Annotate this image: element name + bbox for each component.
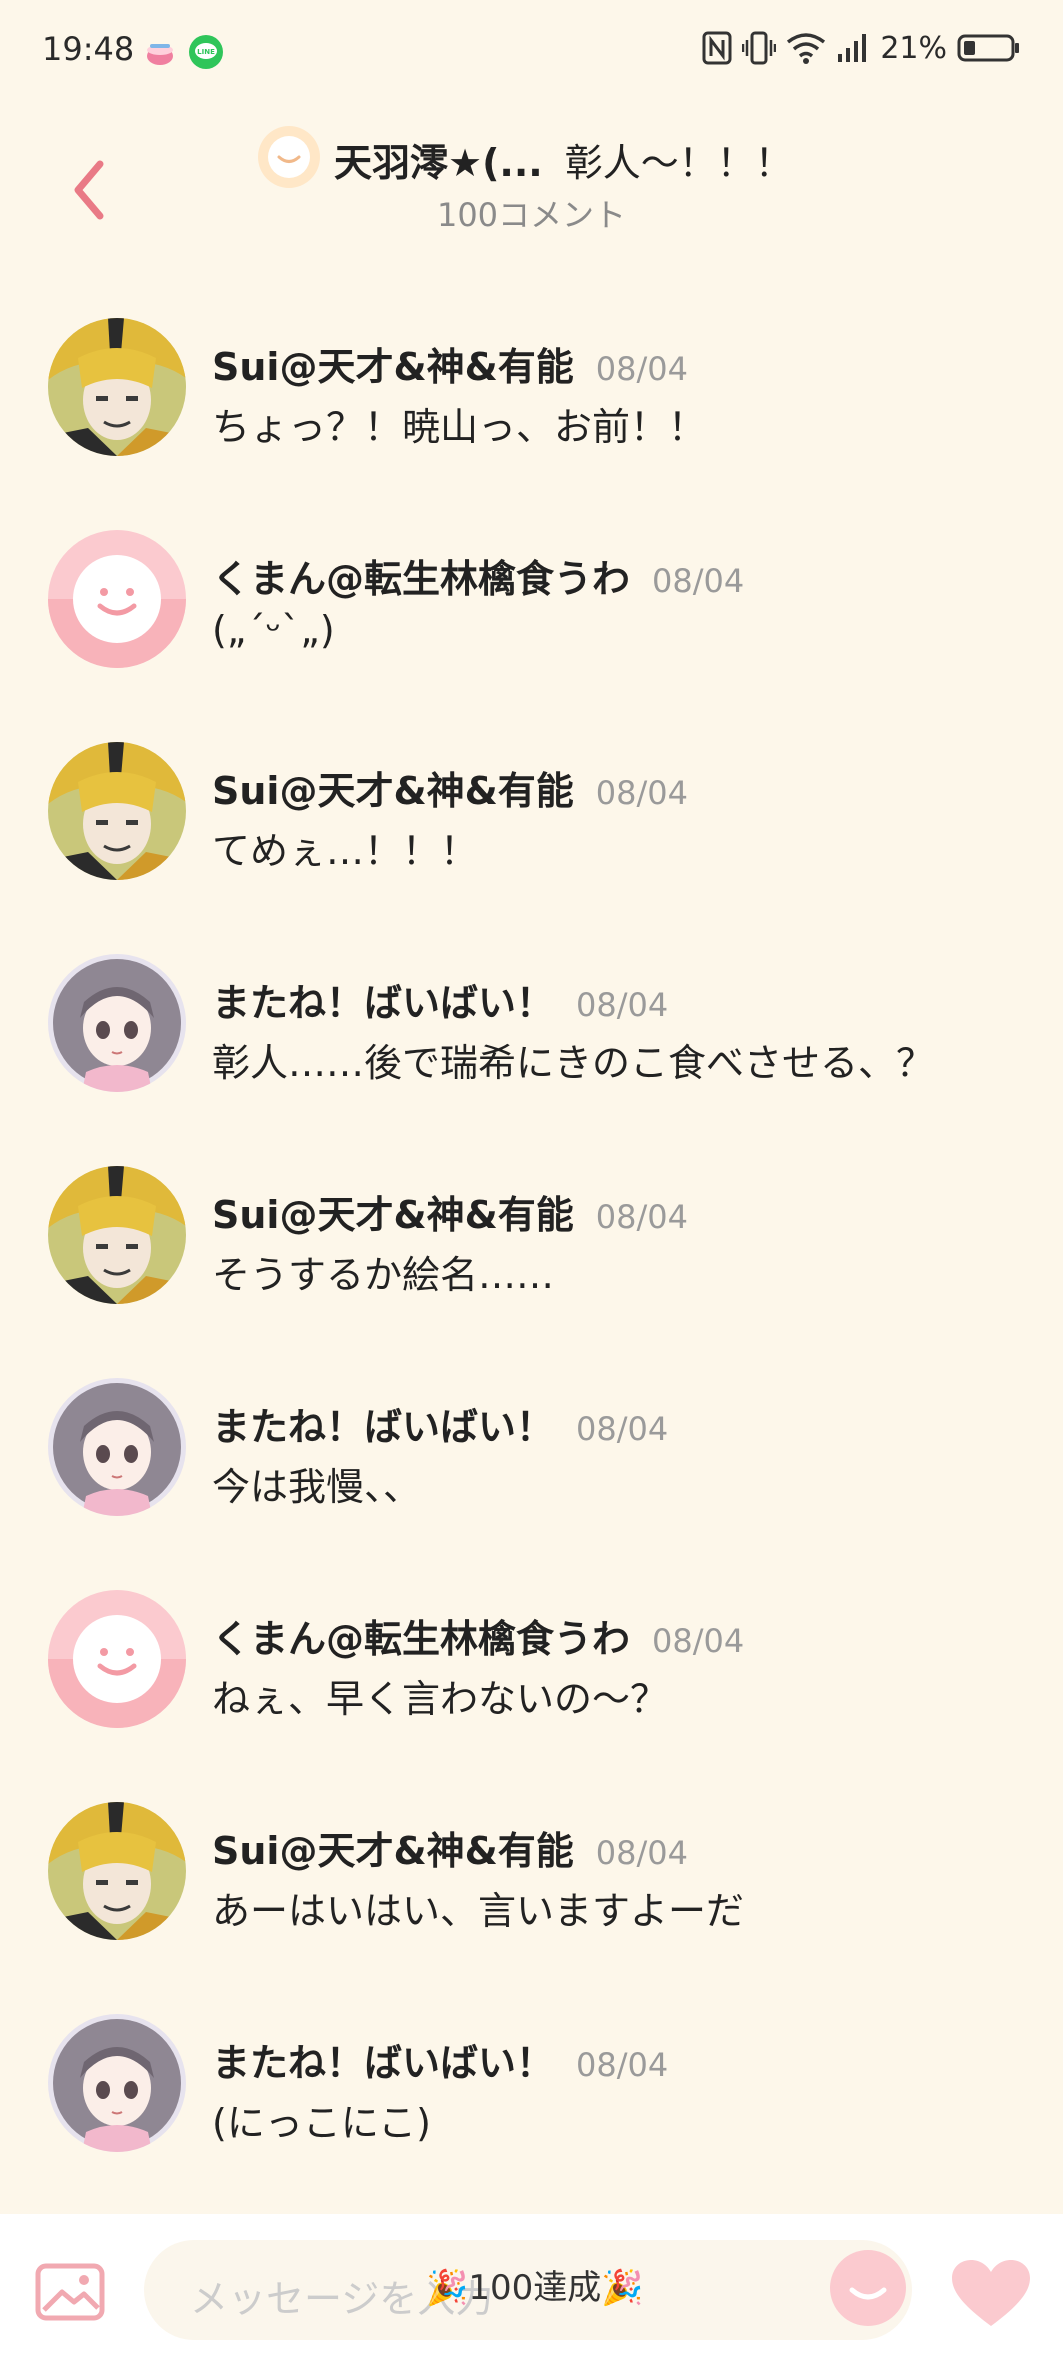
message-header: Sui@天才&神&有能 08/04 <box>212 1184 688 1239</box>
user-avatar-image <box>48 318 186 456</box>
message-header: Sui@天才&神&有能 08/04 <box>212 760 688 815</box>
message-header: Sui@天才&神&有能 08/04 <box>212 336 688 391</box>
message-date: 08/04 <box>595 350 688 388</box>
heart-icon[interactable] <box>950 2258 1032 2330</box>
message-text: ちょっ？！暁山っ、お前！！ <box>212 405 707 449</box>
message-date: 08/04 <box>576 2046 669 2084</box>
smile-face-icon <box>849 2287 887 2300</box>
message-item: またね！ばいばい！ 08/04 彰人……後で瑞希にきのこ食べさせる、？ <box>0 936 1063 1096</box>
message-date: 08/04 <box>595 774 688 812</box>
chat-screen: 19:48 LINE 21% 天羽澪★(... 彰人〜！！！ 100コメント S… <box>0 0 1063 2364</box>
room-title: 天羽澪★(... 彰人〜！！！ <box>334 132 793 187</box>
message-item: またね！ばいばい！ 08/04 (にっこにこ) <box>0 1996 1063 2156</box>
message-input-bar: メッセージを入力 🎉100達成🎉 <box>0 2214 1063 2364</box>
message-header: Sui@天才&神&有能 08/04 <box>212 1820 688 1875</box>
tea-app-icon <box>147 44 173 65</box>
room-avatar[interactable] <box>258 126 320 188</box>
signal-icon <box>838 34 867 62</box>
message-header: くまん@転生林檎食うわ 08/04 <box>212 1608 744 1663</box>
message-date: 08/04 <box>576 986 669 1024</box>
default-avatar-image <box>48 1590 186 1728</box>
avatar[interactable] <box>48 318 186 456</box>
message-text: あーはいはい、言いますよーだ <box>212 1889 745 1933</box>
user-avatar-image <box>48 954 186 1092</box>
user-name[interactable]: またね！ばいばい！ <box>212 1405 554 1449</box>
message-item: くまん@転生林檎食うわ 08/04 ねぇ、早く言わないの〜？ <box>0 1572 1063 1732</box>
room-name: 天羽澪★(... <box>334 141 543 185</box>
line-app-icon: LINE <box>189 35 223 69</box>
message-header: またね！ばいばい！ 08/04 <box>212 2032 668 2087</box>
message-header: またね！ばいばい！ 08/04 <box>212 972 668 1027</box>
message-date: 08/04 <box>576 1410 669 1448</box>
message-text: (にっこにこ) <box>212 2101 431 2145</box>
message-input[interactable]: メッセージを入力 🎉100達成🎉 <box>144 2240 912 2340</box>
message-date: 08/04 <box>595 1834 688 1872</box>
message-text: てめぇ…！！！ <box>212 829 479 873</box>
avatar[interactable] <box>48 954 186 1092</box>
message-text: ねぇ、早く言わないの〜？ <box>212 1677 669 1721</box>
user-name[interactable]: Sui@天才&神&有能 <box>212 345 574 389</box>
message-header: またね！ばいばい！ 08/04 <box>212 1396 668 1451</box>
svg-text:LINE: LINE <box>197 48 215 56</box>
message-item: くまん@転生林檎食うわ 08/04 („´ᵕ`„) <box>0 512 1063 672</box>
user-name[interactable]: Sui@天才&神&有能 <box>212 769 574 813</box>
user-name[interactable]: またね！ばいばい！ <box>212 981 554 1025</box>
message-date: 08/04 <box>652 1622 745 1660</box>
status-icons: 21% <box>702 28 1021 68</box>
status-time: 19:48 <box>42 30 135 68</box>
avatar[interactable] <box>48 742 186 880</box>
user-avatar-image <box>48 1802 186 1940</box>
message-text: そうするか絵名…… <box>212 1253 555 1297</box>
message-text: 彰人……後で瑞希にきのこ食べさせる、？ <box>212 1041 935 1085</box>
avatar[interactable] <box>48 1166 186 1304</box>
comment-count: 100コメント <box>436 196 627 234</box>
avatar[interactable] <box>48 1378 186 1516</box>
message-text: 今は我慢、、 <box>212 1465 422 1509</box>
chat-header: 天羽澪★(... 彰人〜！！！ 100コメント <box>0 110 1063 250</box>
image-icon[interactable] <box>34 2260 106 2324</box>
vibrate-icon <box>742 31 777 65</box>
smile-face-icon <box>268 136 310 178</box>
user-name[interactable]: くまん@転生林檎食うわ <box>212 557 630 601</box>
wifi-icon <box>787 33 826 64</box>
nfc-icon <box>702 31 732 65</box>
message-item: Sui@天才&神&有能 08/04 あーはいはい、言いますよーだ <box>0 1784 1063 1944</box>
message-header: くまん@転生林檎食うわ 08/04 <box>212 548 744 603</box>
avatar[interactable] <box>48 1590 186 1728</box>
message-item: Sui@天才&神&有能 08/04 てめぇ…！！！ <box>0 724 1063 884</box>
battery-icon <box>957 34 1019 62</box>
user-name[interactable]: くまん@転生林檎食うわ <box>212 1617 630 1661</box>
status-bar: 19:48 LINE 21% <box>0 0 1063 100</box>
avatar[interactable] <box>48 2014 186 2152</box>
avatar[interactable] <box>48 1802 186 1940</box>
user-name[interactable]: Sui@天才&神&有能 <box>212 1829 574 1873</box>
message-item: またね！ばいばい！ 08/04 今は我慢、、 <box>0 1360 1063 1520</box>
stamp-button[interactable] <box>830 2250 906 2326</box>
battery-percent: 21% <box>880 30 947 66</box>
user-name[interactable]: Sui@天才&神&有能 <box>212 1193 574 1237</box>
message-item: Sui@天才&神&有能 08/04 ちょっ？！暁山っ、お前！！ <box>0 300 1063 460</box>
user-avatar-image <box>48 742 186 880</box>
message-date: 08/04 <box>652 562 745 600</box>
user-name[interactable]: またね！ばいばい！ <box>212 2041 554 2085</box>
avatar[interactable] <box>48 530 186 668</box>
user-avatar-image <box>48 1166 186 1304</box>
message-text: („´ᵕ`„) <box>212 608 335 652</box>
message-item: Sui@天才&神&有能 08/04 そうするか絵名…… <box>0 1148 1063 1308</box>
user-avatar-image <box>48 1378 186 1516</box>
message-date: 08/04 <box>595 1198 688 1236</box>
user-avatar-image <box>48 2014 186 2152</box>
room-subtitle: 彰人〜！！！ <box>564 141 793 185</box>
milestone-badge: 🎉100達成🎉 <box>426 2268 644 2308</box>
default-avatar-image <box>48 530 186 668</box>
